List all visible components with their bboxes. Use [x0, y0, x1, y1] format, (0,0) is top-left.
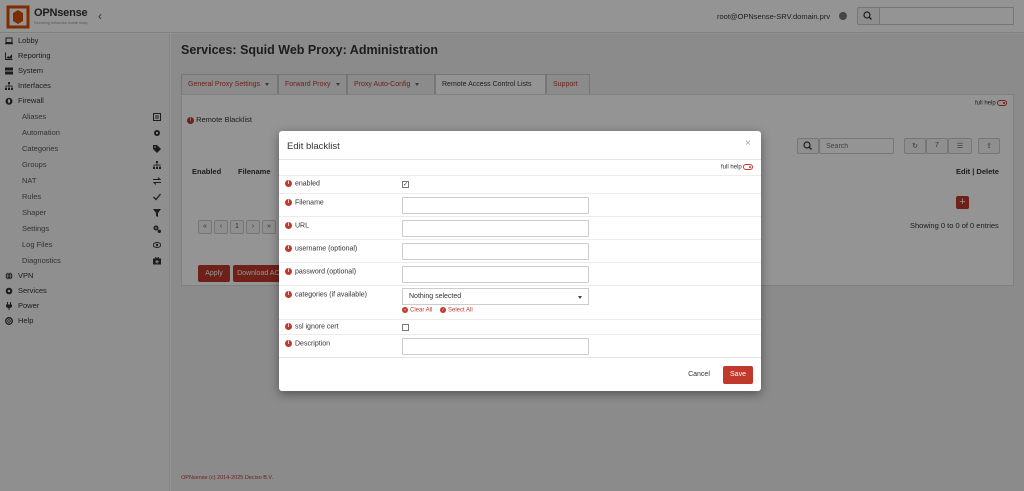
description-input[interactable]: [402, 338, 589, 355]
select-all-label: Select All: [448, 307, 473, 314]
info-icon[interactable]: i: [285, 340, 292, 347]
full-help-toggle[interactable]: full help: [721, 164, 753, 171]
clear-all-label: Clear All: [410, 307, 433, 314]
form-row-enabled: i enabled ✓: [279, 175, 761, 193]
field-label-text: URL: [295, 222, 310, 230]
field-label-text: Filename: [295, 199, 324, 207]
field-label: i username (optional): [285, 245, 357, 252]
toggle-icon: [742, 164, 753, 170]
chevron-down-icon: [578, 296, 582, 299]
info-icon[interactable]: i: [285, 245, 292, 252]
check-circle-icon: ✓: [440, 307, 446, 313]
password-input[interactable]: [402, 266, 589, 283]
clear-icon: ×: [402, 307, 408, 313]
divider: [279, 159, 761, 160]
edit-blacklist-dialog: Edit blacklist × full help i enabled ✓ iF…: [279, 131, 761, 391]
close-icon[interactable]: ×: [745, 138, 751, 149]
filename-input[interactable]: [402, 197, 589, 214]
field-label-text: username (optional): [295, 245, 358, 253]
divider: [279, 357, 761, 358]
field-label: i Filename: [285, 199, 324, 206]
field-label: i ssl ignore cert: [285, 323, 339, 330]
field-label-text: Description: [295, 340, 331, 348]
full-help-label: full help: [721, 164, 742, 171]
form-row-username: i username (optional): [279, 239, 761, 262]
field-label-text: ssl ignore cert: [295, 323, 339, 331]
url-input[interactable]: [402, 220, 589, 237]
info-icon[interactable]: i: [285, 199, 292, 206]
cancel-button[interactable]: Cancel: [680, 366, 718, 384]
field-label-text: categories (if available): [295, 291, 367, 299]
categories-selected-value: Nothing selected: [409, 293, 462, 300]
field-label: i categories (if available): [285, 291, 367, 298]
field-label: i Description: [285, 340, 330, 347]
info-icon[interactable]: i: [285, 222, 292, 229]
field-label: i password (optional): [285, 268, 356, 275]
info-icon[interactable]: i: [285, 180, 292, 187]
form-row-url: i URL: [279, 216, 761, 239]
ssl-ignore-cert-checkbox[interactable]: [402, 324, 409, 331]
field-label-text: enabled: [295, 180, 320, 188]
form-row-filename: i Filename: [279, 193, 761, 216]
field-label: i enabled: [285, 180, 320, 187]
username-input[interactable]: [402, 243, 589, 260]
form-row-password: i password (optional): [279, 262, 761, 285]
clear-all-link[interactable]: × Clear All: [402, 307, 432, 314]
select-all-link[interactable]: ✓ Select All: [440, 307, 473, 314]
field-label-text: password (optional): [295, 268, 357, 276]
info-icon[interactable]: i: [285, 268, 292, 275]
categories-select[interactable]: Nothing selected: [402, 288, 589, 305]
save-button[interactable]: Save: [723, 366, 753, 384]
dialog-title: Edit blacklist: [287, 141, 340, 152]
form-row-description: i Description: [279, 334, 761, 357]
info-icon[interactable]: i: [285, 291, 292, 298]
info-icon[interactable]: i: [285, 323, 292, 330]
enabled-checkbox[interactable]: ✓: [402, 181, 409, 188]
field-label: i URL: [285, 222, 309, 229]
form-row-ssl-ignore-cert: i ssl ignore cert: [279, 319, 761, 334]
form-row-categories: i categories (if available) Nothing selec…: [279, 285, 761, 319]
